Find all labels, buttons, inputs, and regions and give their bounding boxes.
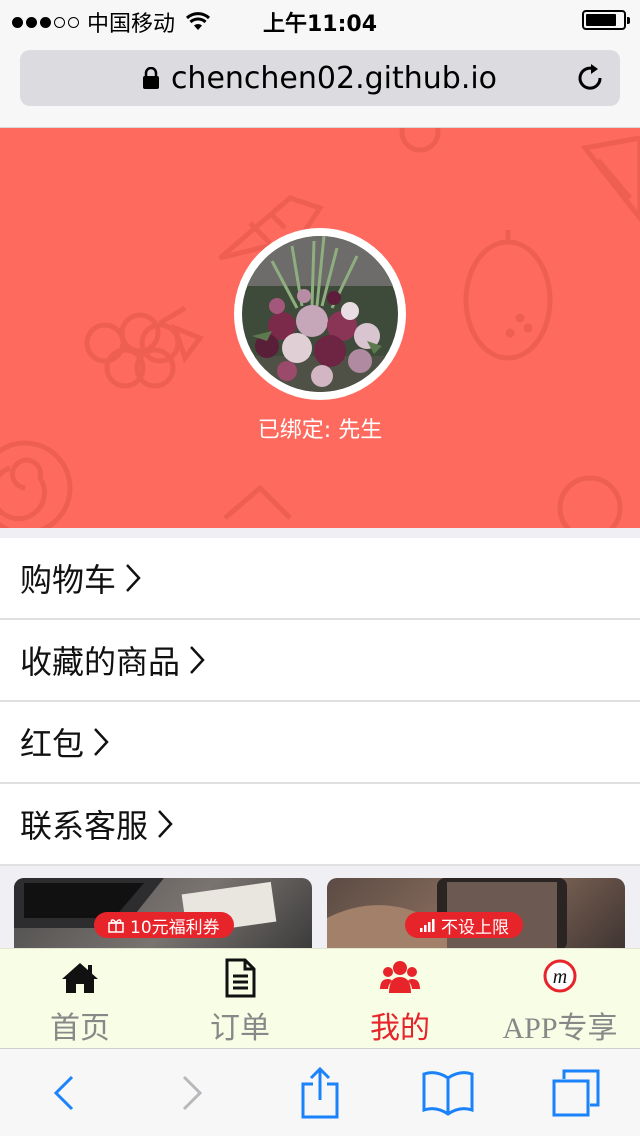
tab-label: 首页 [50,1011,110,1046]
promo-section: 10元福利券 不设上限 [0,866,640,950]
chevron-right-icon [94,728,109,756]
reload-icon[interactable] [574,62,606,94]
flower-bouquet-image [242,236,398,392]
battery-icon [582,10,630,30]
promo-badge-label: 不设上限 [441,917,509,938]
tab-app-exclusive[interactable]: m APP专享 [480,949,640,1048]
status-time: 上午11:04 [262,12,378,37]
app-logo-icon: m [543,959,577,993]
address-bar[interactable]: chenchen02.github.io [20,50,620,106]
account-menu: 购物车 收藏的商品 红包 联系客服 [0,538,640,866]
menu-item-label: 购物车 [20,561,117,599]
status-bar: 中国移动 上午11:04 [0,0,640,40]
tab-home[interactable]: 首页 [0,949,160,1048]
promo-badge: 不设上限 [405,912,523,938]
menu-item-label: 收藏的商品 [20,643,181,681]
chevron-left-icon [53,1075,74,1110]
bottom-tab-bar: 首页 订单 我的 m APP专享 [0,948,640,1048]
promo-badge-label: 10元福利券 [130,917,220,938]
tab-label: 我的 [370,1011,430,1046]
tabs-button[interactable] [544,1061,608,1125]
browser-toolbar [0,1048,640,1136]
tab-label: APP专享 [502,1012,618,1045]
tabs-icon [552,1069,600,1116]
share-button[interactable] [288,1061,352,1125]
signal-bars-icon [420,919,435,932]
menu-item-customer-service[interactable]: 联系客服 [0,784,640,866]
menu-item-favorites[interactable]: 收藏的商品 [0,620,640,702]
gift-icon [108,919,124,933]
svg-text:m: m [553,966,567,988]
menu-item-cart[interactable]: 购物车 [0,538,640,620]
browser-chrome: chenchen02.github.io [0,40,640,128]
users-icon [380,961,420,993]
avatar[interactable] [234,228,406,400]
tab-label: 订单 [210,1011,270,1046]
share-icon [301,1066,339,1118]
promo-card-unlimited[interactable]: 不设上限 [327,878,625,950]
bound-account-label: 已绑定: 先生 [257,418,383,443]
lock-icon [142,67,159,89]
tab-mine[interactable]: 我的 [320,949,480,1048]
promo-badge: 10元福利券 [94,912,234,938]
promo-card-coupon[interactable]: 10元福利券 [14,878,312,950]
menu-item-red-packets[interactable]: 红包 [0,702,640,784]
profile-header: 已绑定: 先生 [0,128,640,528]
chevron-right-icon [190,646,205,674]
forward-button[interactable] [160,1061,224,1125]
book-icon [422,1070,474,1116]
chevron-right-icon [182,1075,203,1110]
url-text: chenchen02.github.io [170,60,498,96]
home-icon [62,963,98,993]
bookmarks-button[interactable] [416,1061,480,1125]
tab-orders[interactable]: 订单 [160,949,320,1048]
avatar-image [242,236,398,392]
menu-item-label: 联系客服 [20,807,149,845]
back-button[interactable] [32,1061,96,1125]
chevron-right-icon [158,810,173,838]
document-icon [225,958,256,998]
menu-item-label: 红包 [20,725,85,763]
chevron-right-icon [126,564,141,592]
